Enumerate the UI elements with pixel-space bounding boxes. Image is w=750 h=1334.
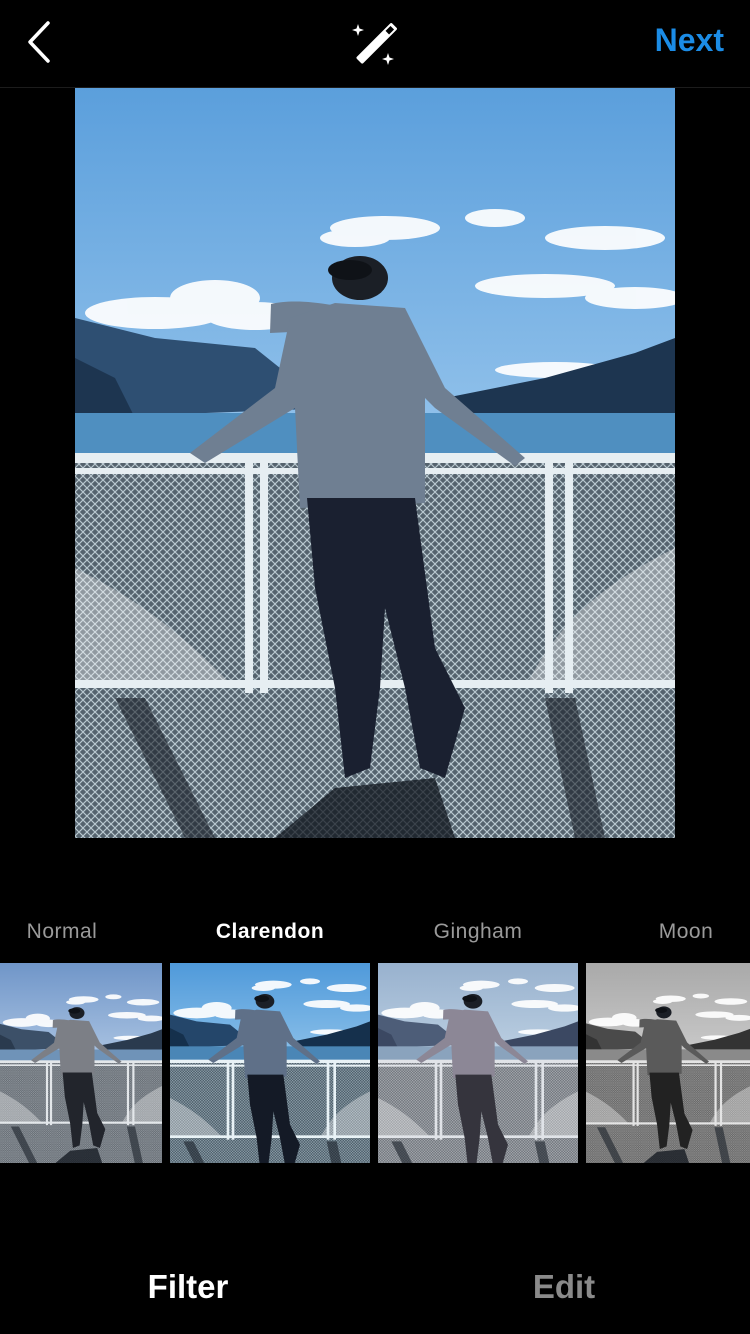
filter-thumb-gingham[interactable] bbox=[378, 963, 578, 1163]
thumb-image-clarendon bbox=[170, 963, 370, 1163]
filter-label-normal[interactable]: Normal bbox=[0, 920, 162, 944]
thumb-image-normal bbox=[0, 963, 162, 1163]
magic-wand-button[interactable] bbox=[348, 16, 404, 72]
filter-label-moon[interactable]: Moon bbox=[586, 920, 750, 944]
tab-filter[interactable]: Filter bbox=[88, 1268, 288, 1306]
filter-label-gingham[interactable]: Gingham bbox=[378, 920, 578, 944]
filter-label-clarendon[interactable]: Clarendon bbox=[170, 920, 370, 944]
chevron-left-icon bbox=[28, 21, 50, 63]
filter-thumb-clarendon[interactable] bbox=[170, 963, 370, 1163]
thumb-image-gingham bbox=[378, 963, 578, 1163]
next-button[interactable]: Next bbox=[655, 22, 724, 59]
tab-edit[interactable]: Edit bbox=[464, 1268, 664, 1306]
magic-wand-icon bbox=[352, 23, 397, 65]
thumb-image-moon bbox=[586, 963, 750, 1163]
photo-preview[interactable] bbox=[75, 88, 675, 838]
top-bar: Next bbox=[0, 0, 750, 88]
photo-image bbox=[75, 88, 675, 838]
filter-thumb-normal[interactable] bbox=[0, 963, 162, 1163]
back-button[interactable] bbox=[22, 18, 62, 66]
filter-thumb-moon[interactable] bbox=[586, 963, 750, 1163]
